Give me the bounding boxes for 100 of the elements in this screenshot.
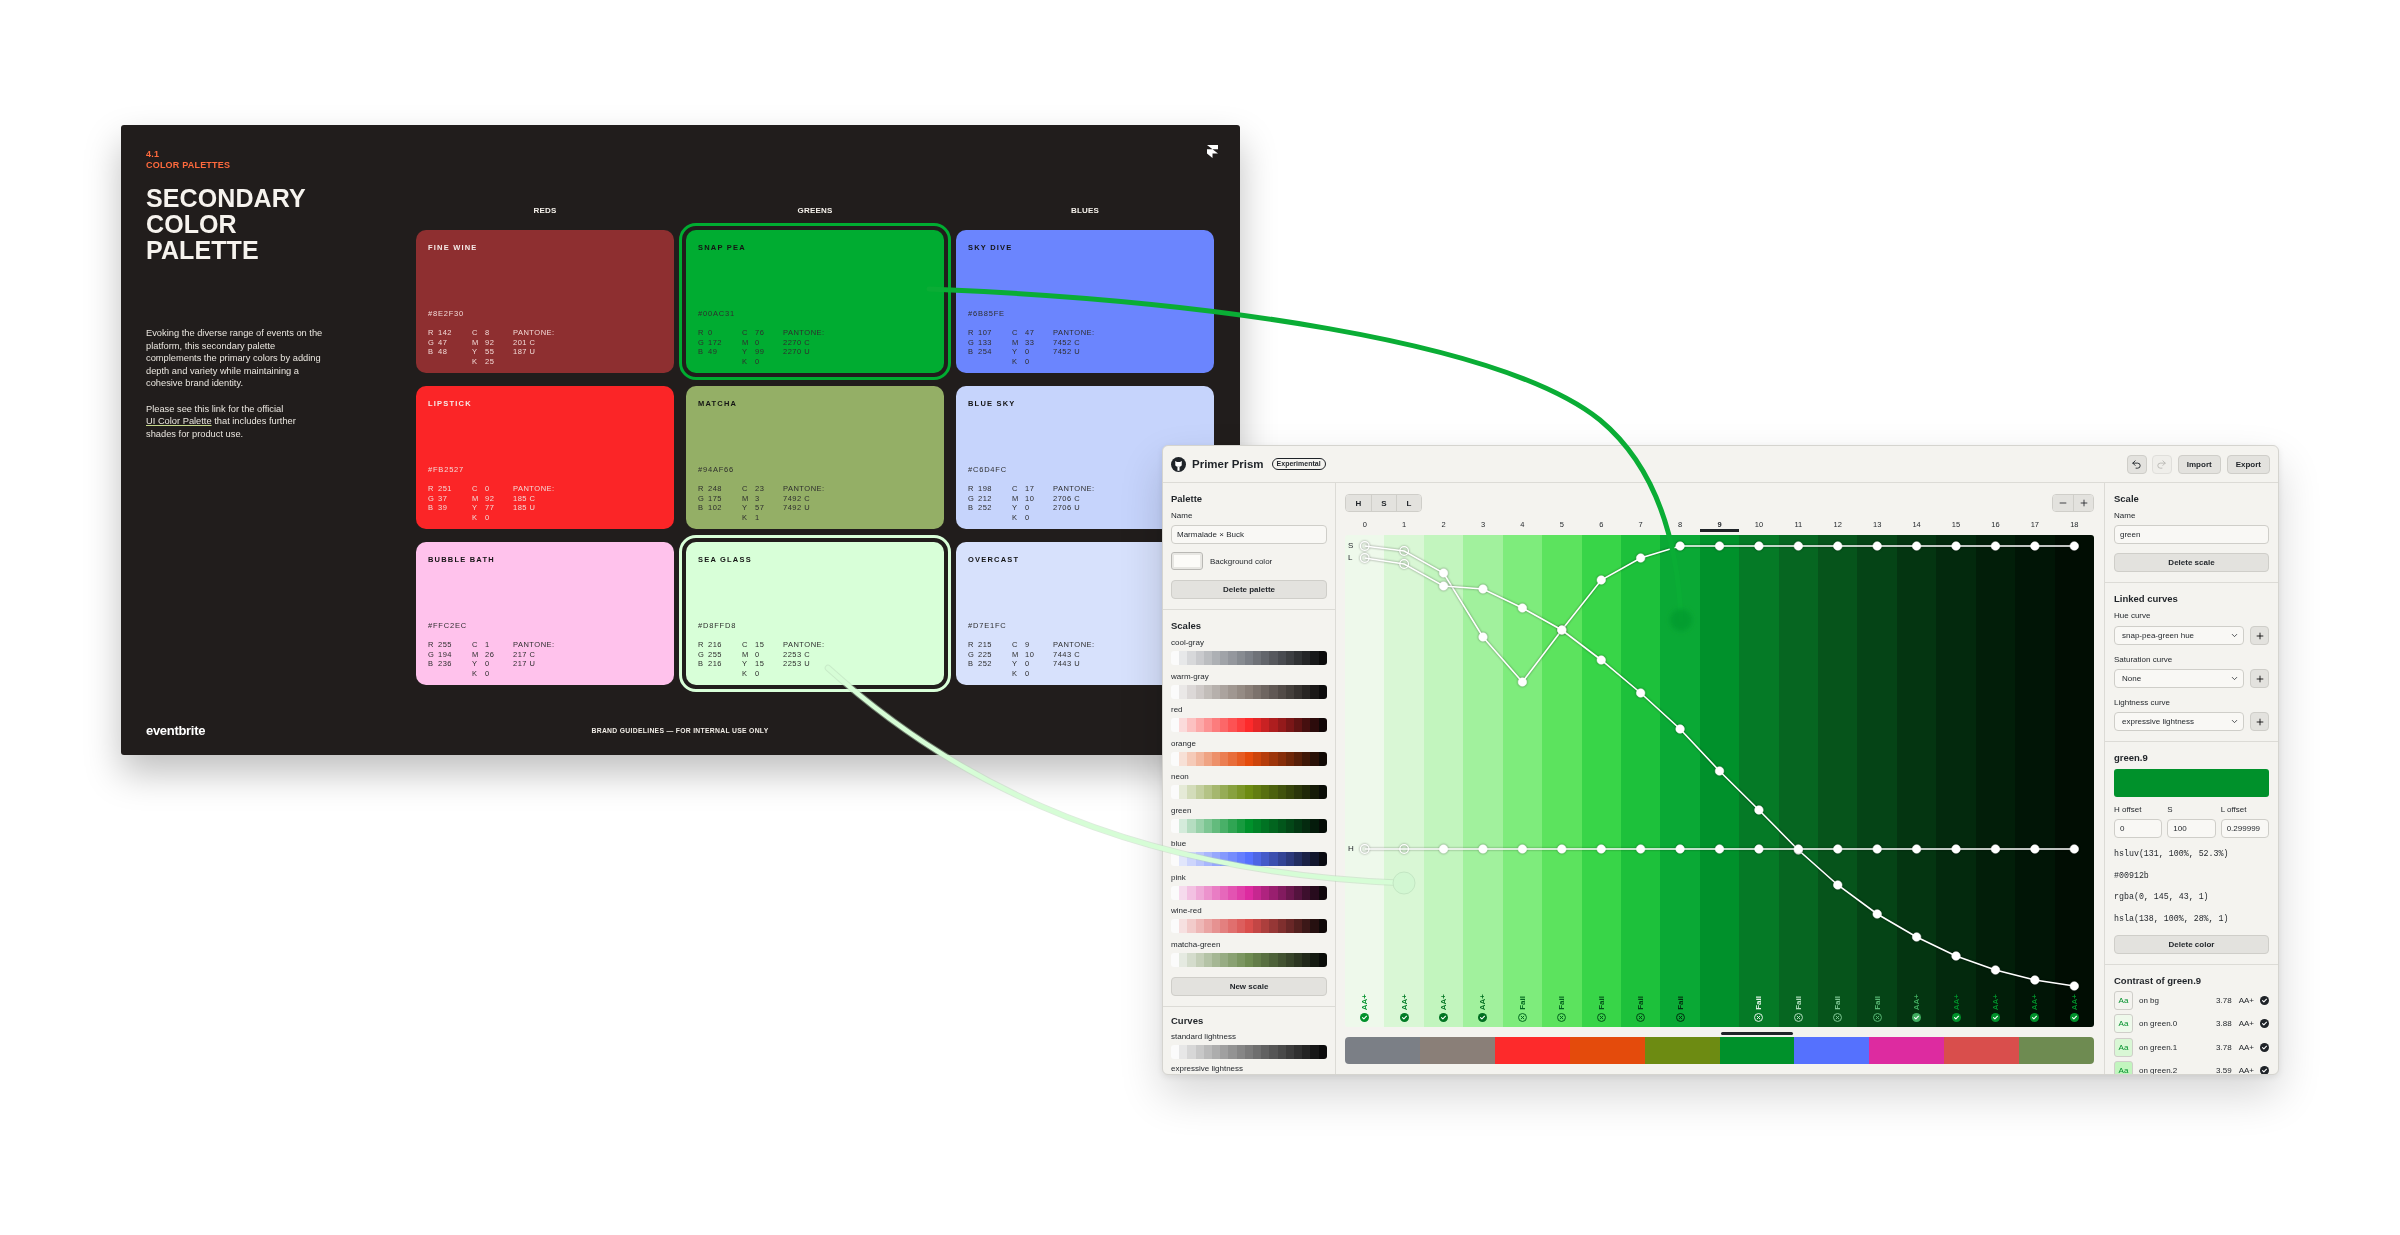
delete-button[interactable]: Delete color bbox=[2114, 934, 2269, 954]
shade-column[interactable]: AA+ bbox=[1936, 535, 1976, 1027]
logo-icon bbox=[1171, 456, 1186, 472]
scale-swatch[interactable] bbox=[1719, 1032, 1795, 1064]
scale-name: orange bbox=[1171, 738, 1197, 749]
contrast-ratio: 3.78 bbox=[2216, 1042, 2232, 1052]
grade-label: AA+ bbox=[1399, 993, 1409, 1010]
grade-text: AA+ bbox=[2238, 995, 2254, 1005]
grade-label: AA+ bbox=[1912, 993, 1922, 1010]
new-scale-button[interactable]: New scale bbox=[1171, 976, 1327, 996]
grade-label: AA+ bbox=[1478, 993, 1488, 1010]
section-heading: Palette bbox=[1171, 493, 1204, 505]
zoom-out-button[interactable] bbox=[2053, 495, 2073, 511]
add-button[interactable] bbox=[2250, 712, 2269, 731]
grade-label: AA+ bbox=[1439, 993, 1449, 1010]
grade-label: AA+ bbox=[1951, 993, 1961, 1010]
field-label: Saturation curve bbox=[2114, 655, 2174, 665]
select-field[interactable]: snap-pea-green hue bbox=[2114, 626, 2244, 645]
shade-column[interactable]: AA+ bbox=[1463, 535, 1503, 1027]
gradient-bar[interactable] bbox=[1171, 751, 1327, 766]
shade-column[interactable]: Fail bbox=[1581, 535, 1621, 1027]
curve-line[interactable] bbox=[1359, 553, 2079, 991]
section-heading: Scale bbox=[2114, 493, 2140, 505]
select-field[interactable]: expressive lightness bbox=[2114, 712, 2244, 731]
section-heading: Linked curves bbox=[2114, 593, 2179, 605]
grade-label: AA+ bbox=[2069, 993, 2079, 1010]
text-field[interactable]: 0 bbox=[2114, 819, 2163, 838]
column-heading: BLUES bbox=[1069, 205, 1101, 217]
shade-column[interactable]: AA+ bbox=[1975, 535, 2016, 1027]
zoom-in-button[interactable] bbox=[2073, 495, 2093, 511]
grade-label: Fail bbox=[1675, 996, 1685, 1010]
gradient-bar[interactable] bbox=[1171, 785, 1327, 799]
link[interactable]: UI Color Palette bbox=[146, 416, 212, 426]
select-field[interactable]: None bbox=[2114, 669, 2244, 688]
grade-label: Fail bbox=[1833, 996, 1843, 1010]
shade-column[interactable]: AA+ bbox=[2054, 535, 2094, 1027]
gradient-bar[interactable] bbox=[1171, 919, 1327, 933]
shade-column[interactable]: Fail bbox=[1818, 535, 1858, 1027]
shade-column[interactable]: Fail bbox=[1502, 535, 1543, 1027]
contrast-label: on bg bbox=[2139, 995, 2161, 1005]
toolbar-button[interactable]: Import bbox=[2177, 454, 2221, 474]
gradient-bar[interactable] bbox=[1171, 684, 1327, 699]
sample-tile: Aa bbox=[2114, 1037, 2133, 1057]
channel-button[interactable]: L bbox=[1396, 495, 1421, 511]
shade-column[interactable]: Fail bbox=[1660, 535, 1700, 1027]
shade-column[interactable]: Fail bbox=[1739, 535, 1779, 1027]
grade-label: AA+ bbox=[1360, 993, 1370, 1010]
shade-column[interactable]: AA+ bbox=[1423, 535, 1464, 1027]
gradient-bar[interactable] bbox=[1171, 818, 1327, 833]
text-field[interactable]: Marmalade × Buck bbox=[1171, 525, 1327, 544]
gradient-bar[interactable] bbox=[1171, 718, 1327, 732]
grade-label: AA+ bbox=[2030, 993, 2040, 1010]
grade-label: Fail bbox=[1596, 996, 1606, 1010]
gradient-bar[interactable] bbox=[1171, 1044, 1327, 1059]
add-button[interactable] bbox=[2250, 669, 2269, 688]
text-field[interactable]: 100 bbox=[2167, 819, 2216, 838]
shade-column[interactable]: AA+ bbox=[1384, 535, 1424, 1027]
add-button[interactable] bbox=[2250, 626, 2269, 645]
shade-column[interactable]: AA+ bbox=[2015, 535, 2055, 1027]
field-label: Hue curve bbox=[2114, 611, 2152, 621]
scale-name: cool-gray bbox=[1171, 638, 1205, 648]
color-swatch[interactable] bbox=[1171, 552, 1203, 570]
grade-label: Fail bbox=[1872, 996, 1882, 1010]
shade-column[interactable]: Fail bbox=[1542, 535, 1582, 1027]
section-number: 4.1 bbox=[146, 149, 160, 160]
undo-button[interactable] bbox=[2126, 454, 2147, 474]
plus-icon bbox=[2254, 716, 2265, 727]
contrast-label: on green.2 bbox=[2139, 1066, 2179, 1074]
redo-icon bbox=[2156, 458, 2168, 470]
undo-icon bbox=[2131, 458, 2143, 470]
text-field[interactable]: 0.299999 bbox=[2220, 819, 2269, 838]
sample-tile: Aa bbox=[2114, 990, 2133, 1010]
curve-label: S bbox=[1348, 541, 1354, 550]
plus-icon bbox=[2254, 630, 2265, 641]
gradient-bar[interactable] bbox=[1171, 651, 1327, 665]
delete-button[interactable]: Delete palette bbox=[1171, 580, 1327, 599]
text-field[interactable]: green bbox=[2114, 525, 2269, 544]
color-code: hsluv(131, 100%, 52.3%) bbox=[2114, 849, 2230, 859]
gradient-bar[interactable] bbox=[1171, 885, 1327, 900]
contrast-ratio: 3.59 bbox=[2216, 1066, 2232, 1074]
curve-line[interactable] bbox=[1359, 844, 2079, 854]
curve-line[interactable] bbox=[1359, 541, 2079, 687]
shade-column[interactable]: Fail bbox=[1857, 535, 1897, 1027]
grade-text: AA+ bbox=[2238, 1066, 2254, 1074]
scale-name: blue bbox=[1171, 839, 1188, 849]
scale-name: wine-red bbox=[1171, 906, 1203, 916]
scale-name: warm-gray bbox=[1171, 671, 1210, 682]
gradient-bar[interactable] bbox=[1171, 852, 1327, 866]
sample-tile: Aa bbox=[2114, 1014, 2133, 1034]
shade-column[interactable]: AA+ bbox=[1896, 535, 1937, 1027]
shade-column[interactable]: Fail bbox=[1620, 535, 1661, 1027]
channel-button[interactable]: H bbox=[1346, 495, 1371, 511]
gradient-bar[interactable] bbox=[1171, 952, 1327, 967]
delete-button[interactable]: Delete scale bbox=[2114, 553, 2269, 572]
plus-icon bbox=[2254, 673, 2265, 684]
channel-button[interactable]: S bbox=[1371, 495, 1396, 511]
shade-column[interactable]: Fail bbox=[1778, 535, 1819, 1027]
app-title: Primer Prism bbox=[1192, 458, 1264, 470]
toolbar-button[interactable]: Export bbox=[2226, 454, 2270, 474]
sample-tile: Aa bbox=[2114, 1061, 2133, 1074]
